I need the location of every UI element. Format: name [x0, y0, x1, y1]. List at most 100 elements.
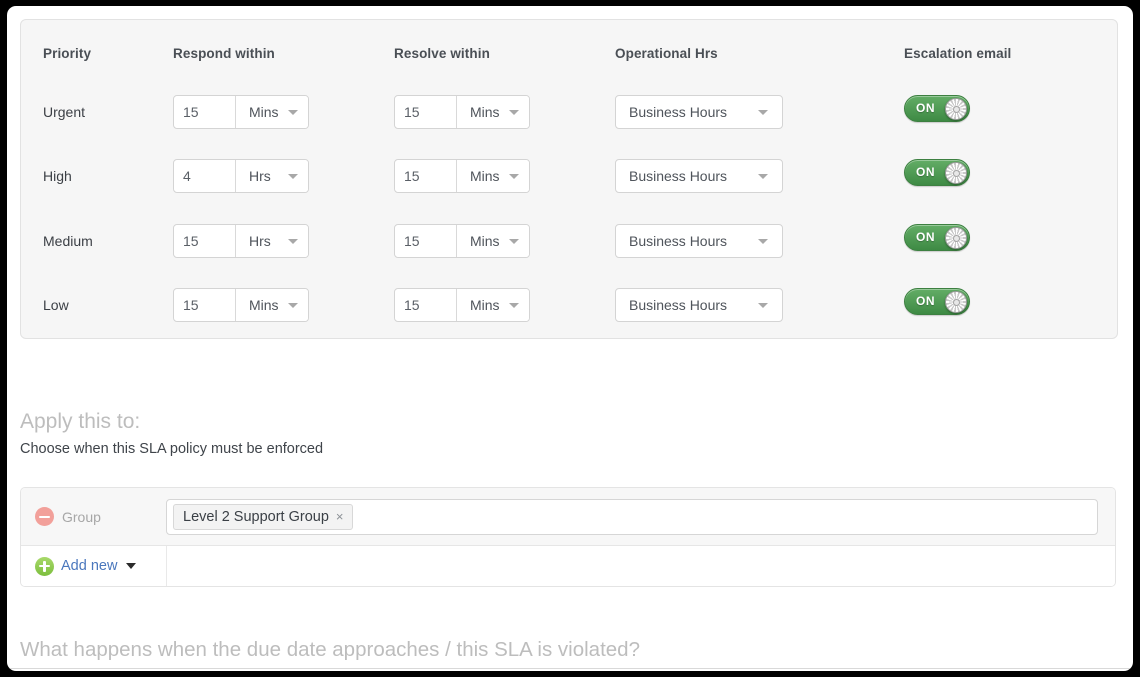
priority-label-medium: Medium — [43, 233, 93, 249]
condition-label-cell: Group — [21, 507, 166, 526]
apply-title: Apply this to: — [20, 410, 141, 433]
operational-hours-cell-low: Business Hours — [615, 288, 783, 322]
chevron-down-icon — [288, 239, 298, 244]
chevron-down-icon — [509, 110, 519, 115]
resolve-unit-select-high[interactable]: Mins — [457, 160, 529, 192]
escalation-cell-high: ON — [904, 159, 970, 186]
duration-group: Mins — [394, 288, 530, 322]
operational-hours-select-urgent[interactable]: Business Hours — [615, 95, 783, 129]
duration-group: Mins — [173, 95, 309, 129]
duration-group: Hrs — [173, 224, 309, 258]
respond-within-control-high: Hrs — [173, 159, 309, 193]
priority-label-urgent: Urgent — [43, 104, 86, 120]
chevron-down-icon — [758, 239, 768, 244]
respond-value-input-high[interactable] — [174, 160, 236, 192]
toggle-knob-icon — [945, 290, 967, 313]
chevron-down-icon — [758, 303, 768, 308]
plus-icon — [35, 556, 54, 576]
respond-unit-select-low[interactable]: Mins — [236, 289, 308, 321]
close-icon[interactable]: × — [336, 510, 344, 523]
escalation-toggle-low[interactable]: ON — [904, 288, 970, 315]
toggle-knob-icon — [945, 161, 967, 184]
applicability-box: Group Level 2 Support Group × Add new — [20, 487, 1116, 587]
resolve-unit-select-urgent[interactable]: Mins — [457, 96, 529, 128]
operational-hours-cell-urgent: Business Hours — [615, 95, 783, 129]
column-header-respond-within: Respond within — [173, 46, 275, 61]
escalation-cell-urgent: ON — [904, 95, 970, 122]
priority-label-low: Low — [43, 297, 69, 313]
resolve-value-input-urgent[interactable] — [395, 96, 457, 128]
chevron-down-icon — [509, 239, 519, 244]
toggle-knob-icon — [945, 226, 967, 249]
column-header-resolve-within: Resolve within — [394, 46, 490, 61]
respond-value-input-medium[interactable] — [174, 225, 236, 257]
resolve-unit-label-urgent: Mins — [470, 104, 500, 120]
toggle-state-label: ON — [916, 294, 936, 308]
chevron-down-icon — [758, 174, 768, 179]
respond-within-control-low: Mins — [173, 288, 309, 322]
group-chip[interactable]: Level 2 Support Group × — [173, 503, 353, 530]
add-new-row: Add new — [21, 546, 1115, 586]
table-row: Urgent Mins Mins — [21, 95, 1117, 159]
respond-unit-select-high[interactable]: Hrs — [236, 160, 308, 192]
escalation-toggle-urgent[interactable]: ON — [904, 95, 970, 122]
add-new-label: Add new — [61, 558, 118, 574]
chevron-down-icon — [509, 303, 519, 308]
chevron-down-icon — [288, 174, 298, 179]
chevron-down-icon — [288, 110, 298, 115]
section-divider — [7, 668, 1133, 669]
resolve-within-control-medium: Mins — [394, 224, 530, 258]
resolve-unit-label-high: Mins — [470, 168, 500, 184]
chevron-down-icon — [288, 303, 298, 308]
operational-hours-select-low[interactable]: Business Hours — [615, 288, 783, 322]
toggle-state-label: ON — [916, 101, 936, 115]
apply-section-header: Apply this to: Choose when this SLA poli… — [20, 409, 1118, 460]
respond-value-input-low[interactable] — [174, 289, 236, 321]
escalation-toggle-high[interactable]: ON — [904, 159, 970, 186]
resolve-unit-select-low[interactable]: Mins — [457, 289, 529, 321]
remove-condition-icon[interactable] — [35, 507, 54, 526]
respond-unit-label-low: Mins — [249, 297, 279, 313]
add-new-button[interactable]: Add new — [21, 546, 167, 586]
chevron-down-icon — [126, 563, 137, 569]
respond-unit-select-medium[interactable]: Hrs — [236, 225, 308, 257]
toggle-state-label: ON — [916, 230, 936, 244]
operational-hours-cell-high: Business Hours — [615, 159, 783, 193]
group-tag-input[interactable]: Level 2 Support Group × — [166, 498, 1098, 535]
respond-value-input-urgent[interactable] — [174, 96, 236, 128]
column-header-priority: Priority — [43, 46, 92, 61]
duration-group: Mins — [394, 159, 530, 193]
operational-hours-select-high[interactable]: Business Hours — [615, 159, 783, 193]
operational-hours-label-high: Business Hours — [629, 168, 728, 184]
apply-subtitle: Choose when this SLA policy must be enfo… — [20, 441, 324, 457]
app-window: Priority Respond within Resolve within O… — [7, 6, 1133, 671]
resolve-within-control-urgent: Mins — [394, 95, 530, 129]
respond-unit-label-high: Hrs — [249, 168, 271, 184]
operational-hours-cell-medium: Business Hours — [615, 224, 783, 258]
resolve-within-control-low: Mins — [394, 288, 530, 322]
table-row: Medium Hrs Mins — [21, 224, 1117, 288]
operational-hours-label-medium: Business Hours — [629, 233, 728, 249]
resolve-unit-select-medium[interactable]: Mins — [457, 225, 529, 257]
resolve-value-input-high[interactable] — [395, 160, 457, 192]
escalation-cell-medium: ON — [904, 224, 970, 251]
chevron-down-icon — [758, 110, 768, 115]
duration-group: Mins — [173, 288, 309, 322]
respond-within-control-medium: Hrs — [173, 224, 309, 258]
sla-matrix-panel: Priority Respond within Resolve within O… — [20, 19, 1118, 339]
toggle-knob-icon — [945, 97, 967, 120]
table-row: High Hrs Mins — [21, 159, 1117, 223]
duration-group: Mins — [394, 224, 530, 258]
resolve-value-input-low[interactable] — [395, 289, 457, 321]
escalation-toggle-medium[interactable]: ON — [904, 224, 970, 251]
operational-hours-select-medium[interactable]: Business Hours — [615, 224, 783, 258]
resolve-unit-label-low: Mins — [470, 297, 500, 313]
resolve-unit-label-medium: Mins — [470, 233, 500, 249]
resolve-value-input-medium[interactable] — [395, 225, 457, 257]
condition-type-label: Group — [62, 508, 101, 525]
table-row: Low Mins Mins — [21, 288, 1117, 352]
priority-label-high: High — [43, 168, 72, 184]
operational-hours-label-urgent: Business Hours — [629, 104, 728, 120]
respond-unit-select-urgent[interactable]: Mins — [236, 96, 308, 128]
escalation-section-heading: What happens when the due date approache… — [20, 638, 640, 661]
